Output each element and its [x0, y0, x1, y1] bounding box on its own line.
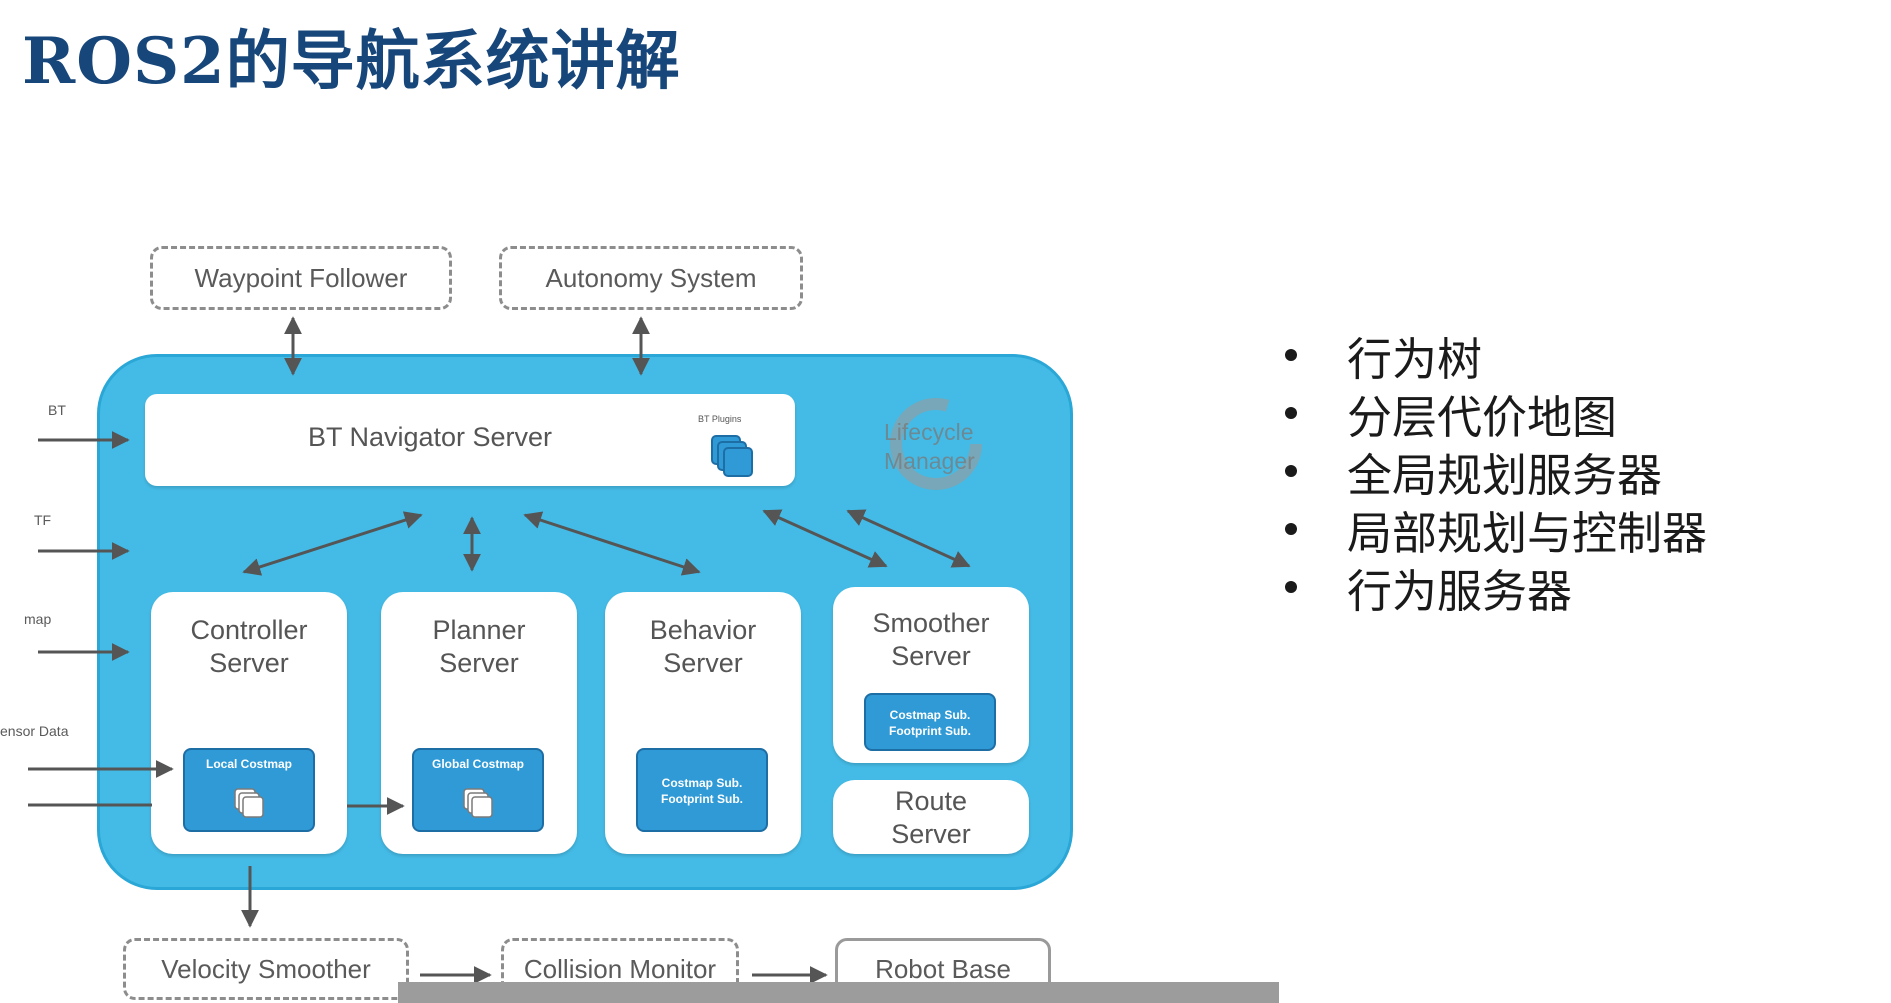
bullet-dot-icon [1285, 523, 1297, 535]
bullet-dot-icon [1285, 465, 1297, 477]
bullet-item: 分层代价地图 [1285, 384, 1707, 444]
bullet-list: 行为树 分层代价地图 全局规划服务器 局部规划与控制器 行为服务器 [1285, 326, 1707, 618]
bullet-text: 行为树 [1347, 332, 1483, 386]
bullet-text: 局部规划与控制器 [1347, 506, 1708, 560]
bullet-item: 行为服务器 [1285, 558, 1707, 618]
bullet-item: 行为树 [1285, 326, 1707, 386]
bullet-dot-icon [1285, 581, 1297, 593]
arrow-bt-controller [242, 511, 423, 576]
slide: ROS2的导航系统讲解 Waypoint Follower Autonomy S… [0, 0, 1891, 1003]
bullet-text: 分层代价地图 [1347, 390, 1618, 444]
arrow-bt-behavior [523, 511, 701, 576]
bullet-dot-icon [1285, 407, 1297, 419]
bullet-item: 局部规划与控制器 [1285, 500, 1707, 560]
video-progress-strip[interactable] [398, 982, 1279, 1003]
bullet-dot-icon [1285, 349, 1297, 361]
bullet-text: 全局规划服务器 [1347, 448, 1663, 502]
bullet-text: 行为服务器 [1347, 564, 1573, 618]
bullet-item: 全局规划服务器 [1285, 442, 1707, 502]
